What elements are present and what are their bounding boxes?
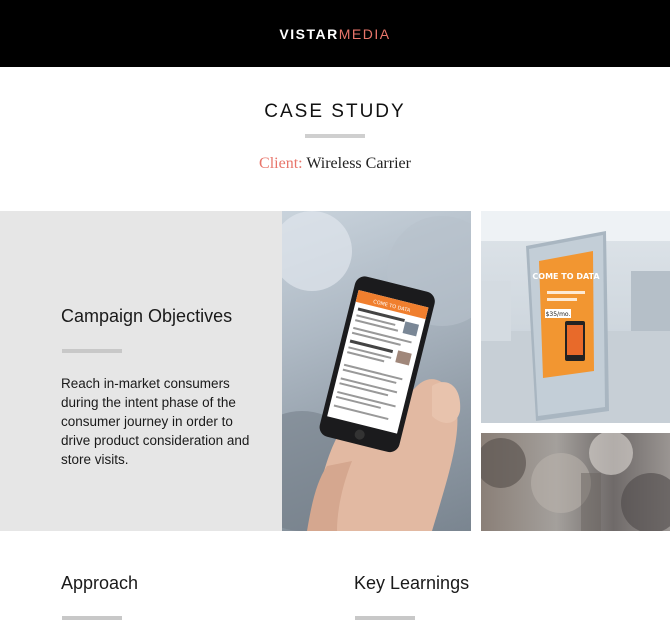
top-header-bar: VISTARMEDIA [0,0,670,67]
phone-in-hand-illustration: COME TO DATA [282,211,471,531]
street-scene-image [481,433,670,531]
objectives-band: Campaign Objectives Reach in-market cons… [0,211,670,531]
objectives-panel: Campaign Objectives Reach in-market cons… [0,211,282,531]
client-label: Client: [259,155,303,172]
client-value: Wireless Carrier [306,155,411,172]
key-learnings-title: Key Learnings [354,573,470,593]
objectives-text: Reach in-market consumers during the int… [61,376,250,467]
logo-media-text: MEDIA [338,26,391,42]
approach-title: Approach [61,573,139,593]
objectives-title: Campaign Objectives [61,306,233,326]
mall-kiosk-illustration: COME TO DATA $35/mo. [481,211,670,423]
kiosk-headline: COME TO DATA [532,272,600,281]
vistar-media-logo[interactable]: VISTARMEDIA [0,26,670,42]
phone-in-hand-image: COME TO DATA [282,211,471,531]
page-title: CASE STUDY [264,101,406,122]
objectives-divider [62,349,122,353]
approach-divider [62,616,122,620]
street-scene-illustration [481,433,670,531]
client-line: Client: Wireless Carrier [0,155,670,173]
title-divider [305,134,365,138]
mall-kiosk-image: COME TO DATA $35/mo. [481,211,670,423]
kiosk-price: $35/mo. [546,311,571,318]
logo-vistar-text: VISTAR [279,26,339,42]
key-learnings-divider [355,616,415,620]
